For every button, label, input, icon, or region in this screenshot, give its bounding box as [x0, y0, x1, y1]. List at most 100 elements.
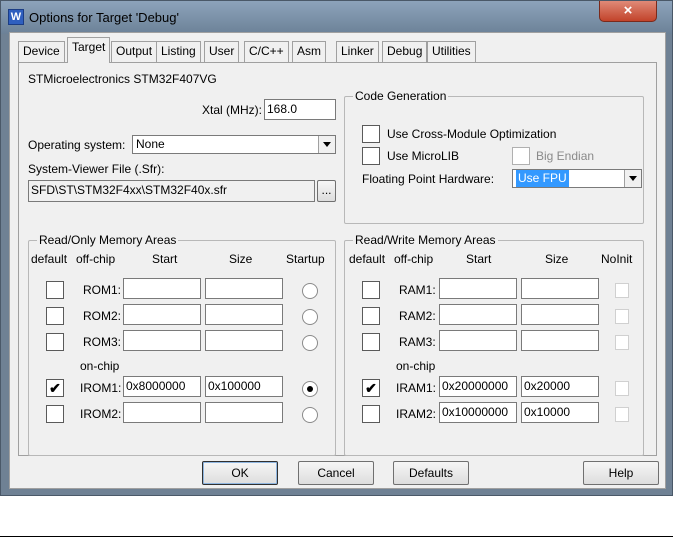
rom2-start-input[interactable] — [123, 304, 201, 325]
ram2-default-checkbox[interactable] — [362, 307, 380, 325]
fpu-select-value: Use FPU — [516, 170, 569, 187]
irom1-start-input[interactable]: 0x8000000 — [123, 376, 201, 397]
os-select[interactable]: None — [132, 135, 336, 154]
irom2-size-input[interactable] — [205, 402, 283, 423]
iram2-label: IRAM2: — [396, 407, 437, 421]
rw-header-default: default — [349, 252, 386, 266]
ro-header-start: Start — [152, 252, 178, 266]
iram1-start-input[interactable]: 0x20000000 — [439, 376, 517, 397]
dialog-client: Device Target Output Listing User C/C++ … — [9, 32, 666, 489]
big-endian-label: Big Endian — [536, 149, 595, 163]
ram3-start-input[interactable] — [439, 330, 517, 351]
ram2-label: RAM2: — [399, 309, 436, 323]
os-label: Operating system: — [28, 138, 126, 152]
chevron-down-icon[interactable] — [318, 136, 335, 153]
ram1-label: RAM1: — [399, 283, 436, 297]
rom3-size-input[interactable] — [205, 330, 283, 351]
close-icon: × — [623, 2, 633, 19]
app-icon: W — [8, 9, 24, 25]
readonly-memory-group: Read/Only Memory Areas default off-chip … — [28, 233, 336, 456]
ram2-start-input[interactable] — [439, 304, 517, 325]
tab-utilities[interactable]: Utilities — [427, 41, 476, 62]
iram1-size-input[interactable]: 0x20000 — [521, 376, 599, 397]
readonly-memory-title: Read/Only Memory Areas — [37, 233, 179, 247]
irom1-startup-radio[interactable] — [302, 381, 318, 397]
rom2-default-checkbox[interactable] — [46, 307, 64, 325]
ram2-noinit-checkbox[interactable] — [615, 309, 629, 324]
tab-debug[interactable]: Debug — [382, 41, 428, 62]
iram1-noinit-checkbox[interactable] — [615, 381, 629, 396]
tab-target[interactable]: Target — [67, 37, 111, 63]
rw-header-start: Start — [466, 252, 492, 266]
rom2-startup-radio[interactable] — [302, 309, 318, 325]
rom3-default-checkbox[interactable] — [46, 333, 64, 351]
close-button[interactable]: × — [599, 1, 657, 22]
rw-header-size: Size — [545, 252, 569, 266]
tab-device[interactable]: Device — [18, 41, 65, 62]
chevron-down-icon[interactable] — [624, 170, 641, 187]
rom1-start-input[interactable] — [123, 278, 201, 299]
ro-header-default: default — [31, 252, 68, 266]
xtal-input[interactable]: 168.0 — [264, 99, 336, 120]
tab-linker[interactable]: Linker — [336, 41, 379, 62]
defaults-button[interactable]: Defaults — [393, 461, 469, 485]
code-generation-title: Code Generation — [353, 89, 449, 103]
fpu-select[interactable]: Use FPU — [512, 169, 642, 188]
cancel-button[interactable]: Cancel — [298, 461, 374, 485]
rom1-default-checkbox[interactable] — [46, 281, 64, 299]
irom1-size-input[interactable]: 0x100000 — [205, 376, 283, 397]
ram1-noinit-checkbox[interactable] — [615, 283, 629, 298]
sfr-path-field[interactable]: SFD\ST\STM32F4xx\STM32F40x.sfr — [28, 180, 315, 202]
ram1-start-input[interactable] — [439, 278, 517, 299]
ro-header-size: Size — [229, 252, 253, 266]
tab-listing[interactable]: Listing — [156, 41, 201, 62]
ram3-label: RAM3: — [399, 335, 436, 349]
iram2-size-input[interactable]: 0x10000 — [521, 402, 599, 423]
rw-onchip-label: on-chip — [396, 359, 436, 373]
ram3-noinit-checkbox[interactable] — [615, 335, 629, 350]
iram1-default-checkbox[interactable]: ✔ — [362, 379, 380, 397]
ro-header-offchip: off-chip — [76, 252, 116, 266]
fpu-label: Floating Point Hardware: — [362, 172, 495, 186]
irom1-default-checkbox[interactable]: ✔ — [46, 379, 64, 397]
window-title: Options for Target 'Debug' — [29, 10, 179, 25]
os-select-value: None — [136, 137, 165, 151]
rom3-start-input[interactable] — [123, 330, 201, 351]
irom2-startup-radio[interactable] — [302, 407, 318, 423]
tab-output[interactable]: Output — [111, 41, 158, 62]
iram2-start-input[interactable]: 0x10000000 — [439, 402, 517, 423]
ro-onchip-label: on-chip — [80, 359, 120, 373]
irom2-start-input[interactable] — [123, 402, 201, 423]
readwrite-memory-title: Read/Write Memory Areas — [353, 233, 498, 247]
irom1-label: IROM1: — [80, 381, 122, 395]
rom3-startup-radio[interactable] — [302, 335, 318, 351]
irom2-default-checkbox[interactable] — [46, 405, 64, 423]
rw-header-offchip: off-chip — [394, 252, 434, 266]
divider — [0, 536, 673, 537]
big-endian-checkbox[interactable] — [512, 147, 530, 165]
ram3-size-input[interactable] — [521, 330, 599, 351]
help-button[interactable]: Help — [583, 461, 659, 485]
browse-sfr-button[interactable]: ... — [317, 180, 336, 202]
cross-module-checkbox[interactable] — [362, 125, 380, 143]
rom2-size-input[interactable] — [205, 304, 283, 325]
tab-asm[interactable]: Asm — [292, 41, 326, 62]
iram2-noinit-checkbox[interactable] — [615, 407, 629, 422]
microlib-checkbox[interactable] — [362, 147, 380, 165]
ok-button[interactable]: OK — [202, 461, 278, 485]
target-tab-panel: STMicroelectronics STM32F407VG Xtal (MHz… — [18, 62, 657, 456]
ram3-default-checkbox[interactable] — [362, 333, 380, 351]
microlib-label: Use MicroLIB — [387, 149, 460, 163]
xtal-label: Xtal (MHz): — [202, 103, 262, 117]
tab-c-cpp[interactable]: C/C++ — [244, 41, 289, 62]
tab-user[interactable]: User — [204, 41, 240, 62]
ram1-default-checkbox[interactable] — [362, 281, 380, 299]
options-dialog: W Options for Target 'Debug' × Device Ta… — [0, 0, 673, 496]
title-bar[interactable]: W Options for Target 'Debug' × — [1, 1, 672, 34]
device-name: STMicroelectronics STM32F407VG — [28, 72, 217, 86]
ram1-size-input[interactable] — [521, 278, 599, 299]
rom1-size-input[interactable] — [205, 278, 283, 299]
ram2-size-input[interactable] — [521, 304, 599, 325]
rom1-startup-radio[interactable] — [302, 283, 318, 299]
iram2-default-checkbox[interactable] — [362, 405, 380, 423]
